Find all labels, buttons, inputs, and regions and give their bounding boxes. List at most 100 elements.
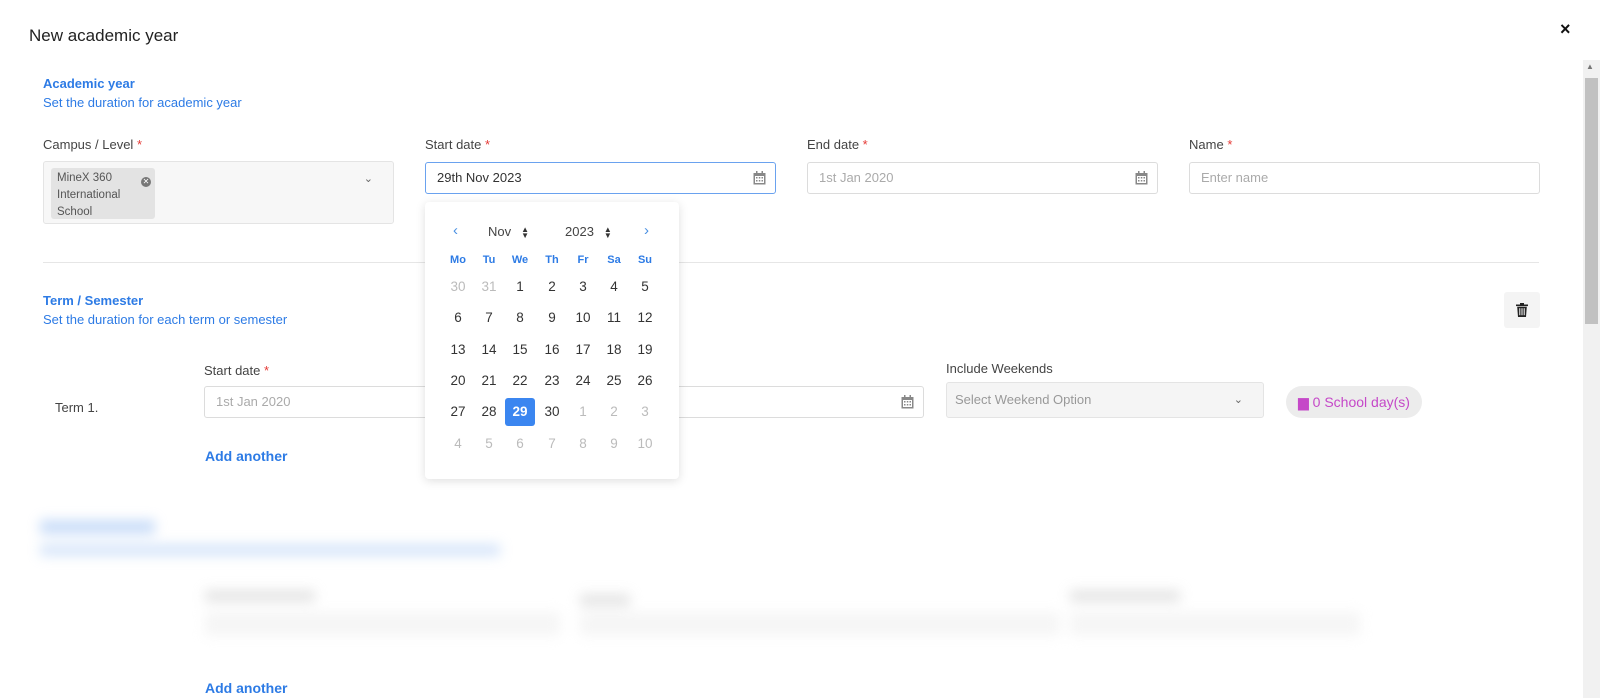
- close-icon[interactable]: ×: [1560, 19, 1571, 40]
- remove-chip-icon[interactable]: ✕: [141, 177, 151, 187]
- calendar-day[interactable]: 8: [568, 430, 598, 458]
- blur-block: [580, 612, 1060, 636]
- calendar-day[interactable]: 10: [630, 430, 660, 458]
- campus-chip-line: MineX 360: [57, 172, 112, 184]
- start-date-label: Start date *: [425, 137, 491, 152]
- next-month-icon[interactable]: ›: [644, 222, 649, 239]
- calendar-day[interactable]: 3: [568, 273, 598, 301]
- term-subtitle: Set the duration for each term or semest…: [43, 312, 288, 327]
- name-label: Name *: [1189, 137, 1233, 152]
- scrollbar-thumb[interactable]: [1585, 78, 1598, 324]
- campus-label: Campus / Level *: [43, 137, 143, 152]
- calendar-day[interactable]: 11: [599, 304, 629, 332]
- calendar-day[interactable]: 31: [474, 273, 504, 301]
- calendar-day[interactable]: 9: [599, 430, 629, 458]
- end-date-input[interactable]: 1st Jan 2020: [807, 162, 1158, 194]
- term-row-label: Term 1.: [55, 400, 99, 415]
- term-title: Term / Semester: [43, 293, 144, 308]
- calendar-day[interactable]: 13: [443, 336, 473, 364]
- calendar-day[interactable]: 12: [630, 304, 660, 332]
- academic-year-title: Academic year: [43, 76, 135, 91]
- selected-day[interactable]: 29: [505, 398, 535, 427]
- name-input[interactable]: Enter name: [1189, 162, 1540, 194]
- blur-block: [205, 590, 315, 602]
- calendar-day[interactable]: 2: [599, 398, 629, 426]
- calendar-day[interactable]: 9: [537, 304, 567, 332]
- calendar-day[interactable]: 27: [443, 398, 473, 426]
- calendar-day[interactable]: 4: [443, 430, 473, 458]
- calendar-day[interactable]: 14: [474, 336, 504, 364]
- calendar-day[interactable]: 26: [630, 367, 660, 395]
- calendar-day[interactable]: 7: [474, 304, 504, 332]
- weekend-placeholder: Select Weekend Option: [955, 392, 1092, 407]
- calendar-day[interactable]: 1: [505, 273, 535, 301]
- year-value: 2023: [565, 224, 594, 239]
- add-another-link[interactable]: Add another: [205, 680, 287, 696]
- calendar-day[interactable]: 2: [537, 273, 567, 301]
- blur-block: [1070, 590, 1180, 602]
- start-date-input[interactable]: 29th Nov 2023: [425, 162, 776, 194]
- blur-block: [1070, 612, 1360, 636]
- blur-block: [205, 612, 560, 636]
- calendar-icon: [1135, 171, 1148, 185]
- weekday-label: Sa: [607, 254, 621, 266]
- weekday-label: Mo: [450, 254, 466, 266]
- calendar-day[interactable]: 3: [630, 398, 660, 426]
- blurred-section: [40, 520, 1540, 660]
- blur-block: [580, 594, 630, 606]
- weekday-label: Su: [637, 254, 653, 266]
- month-value: Nov: [488, 224, 512, 239]
- term-start-placeholder: 1st Jan 2020: [216, 394, 291, 409]
- trash-icon: [1516, 303, 1528, 317]
- calendar-day[interactable]: 23: [537, 367, 567, 395]
- calendar-day[interactable]: 25: [599, 367, 629, 395]
- weekday-label: We: [511, 254, 529, 266]
- calendar-day[interactable]: 5: [630, 273, 660, 301]
- calendar-icon: [753, 171, 766, 185]
- calendar-day[interactable]: 6: [443, 304, 473, 332]
- end-date-placeholder: 1st Jan 2020: [819, 170, 894, 185]
- calendar-day[interactable]: 18: [599, 336, 629, 364]
- chevron-down-icon: ⌄: [1233, 394, 1243, 406]
- calendar-day[interactable]: 24: [568, 367, 598, 395]
- calendar-day[interactable]: 30: [443, 273, 473, 301]
- calendar-day[interactable]: 6: [505, 430, 535, 458]
- month-select[interactable]: Nov ▲ ▼: [488, 224, 529, 239]
- calendar-day[interactable]: 7: [537, 430, 567, 458]
- delete-term-button[interactable]: [1504, 292, 1540, 328]
- school-days-text: 0 School day(s): [1312, 394, 1410, 410]
- calendar-day[interactable]: 20: [443, 367, 473, 395]
- calendar-day[interactable]: 19: [630, 336, 660, 364]
- campus-select[interactable]: MineX 360 International School ✕ ⌄: [43, 161, 394, 224]
- calendar-day[interactable]: 15: [505, 336, 535, 364]
- calendar-day[interactable]: 28: [474, 398, 504, 426]
- calendar-day[interactable]: 21: [474, 367, 504, 395]
- blur-block: [40, 520, 155, 534]
- calendar-day[interactable]: 16: [537, 336, 567, 364]
- calendar-day[interactable]: 5: [474, 430, 504, 458]
- calendar-day[interactable]: 10: [568, 304, 598, 332]
- calendar-day[interactable]: 1: [568, 398, 598, 426]
- calendar-day[interactable]: 17: [568, 336, 598, 364]
- calendar-day[interactable]: 4: [599, 273, 629, 301]
- year-select[interactable]: 2023 ▲ ▼: [565, 224, 612, 239]
- sort-icon: ▲ ▼: [603, 224, 612, 240]
- dialog-title: New academic year: [29, 26, 179, 45]
- calendar-icon: ▆: [1298, 394, 1309, 410]
- date-picker-popup: ‹ Nov ▲ ▼ 2023 ▲ ▼ › Mo Tu We Th Fr Sa Su 30 31 1 2 3 4…: [425, 202, 679, 479]
- scroll-up-icon[interactable]: ▲: [1586, 62, 1594, 71]
- chevron-down-icon: ⌄: [363, 173, 373, 185]
- term-start-label: Start date *: [204, 363, 270, 378]
- campus-chip: MineX 360 International School ✕: [51, 168, 155, 219]
- start-date-value: 29th Nov 2023: [437, 170, 522, 185]
- section-divider: [43, 262, 1539, 263]
- calendar-day[interactable]: 22: [505, 367, 535, 395]
- prev-month-icon[interactable]: ‹: [453, 222, 458, 239]
- campus-chip-line: International: [57, 189, 121, 201]
- calendar-day[interactable]: 8: [505, 304, 535, 332]
- calendar-icon: [901, 395, 914, 409]
- add-another-term-link[interactable]: Add another: [205, 448, 287, 464]
- weekend-select[interactable]: Select Weekend Option ⌄: [946, 382, 1264, 418]
- calendar-day[interactable]: 30: [537, 398, 567, 426]
- name-placeholder: Enter name: [1201, 170, 1269, 185]
